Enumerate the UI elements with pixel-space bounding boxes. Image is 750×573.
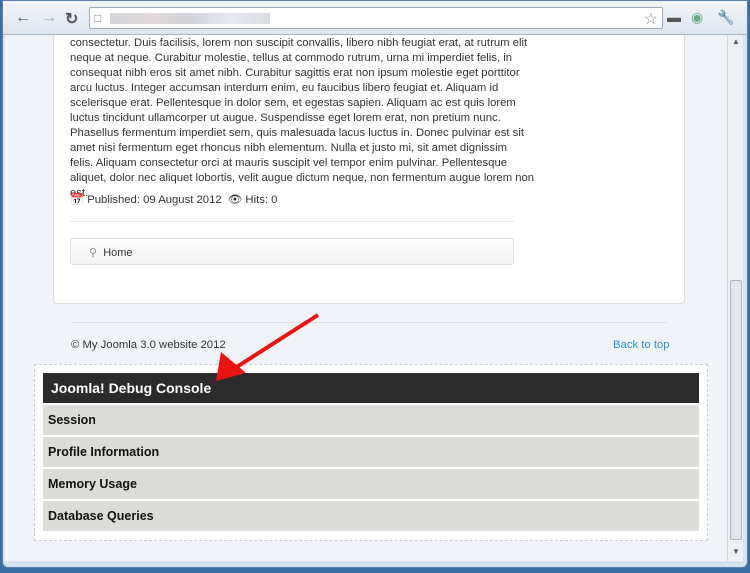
red-annotation-arrow — [216, 313, 320, 381]
